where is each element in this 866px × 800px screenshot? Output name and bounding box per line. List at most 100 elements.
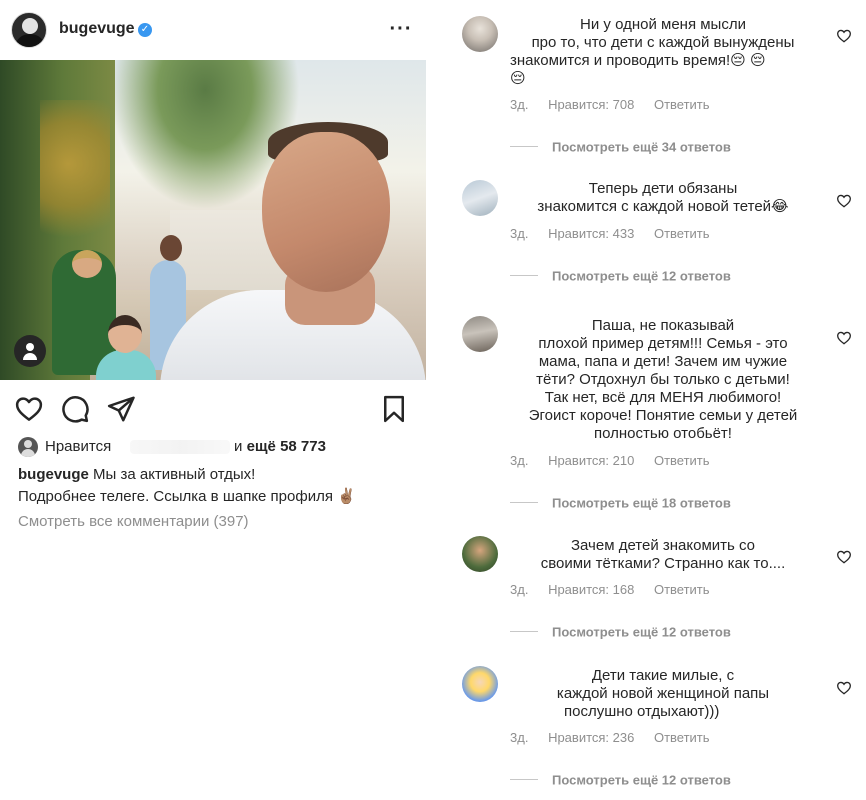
comment-line: своими тётками? Странно как то.... bbox=[540, 555, 786, 572]
comment-line: Дети такие милые, с bbox=[591, 667, 735, 684]
commenter-avatar[interactable] bbox=[462, 316, 498, 352]
comment-meta: 3д. Нравится: 168 Ответить bbox=[510, 582, 726, 597]
comment-line: плохой пример детям!!! Семья - это bbox=[538, 335, 788, 352]
likes-and-word: и bbox=[234, 438, 243, 455]
heart-icon bbox=[836, 681, 852, 695]
likes-row: Нравится и ещё 58 773 bbox=[0, 434, 426, 458]
like-button[interactable] bbox=[14, 394, 44, 424]
comment-likes[interactable]: Нравится: 708 bbox=[548, 97, 634, 112]
replies-divider bbox=[510, 146, 538, 148]
post-header: bugevuge ✓ ··· bbox=[0, 0, 440, 60]
comment-line: Эгоист короче! Понятие семьи у детей bbox=[528, 407, 798, 424]
heart-icon bbox=[836, 194, 852, 208]
view-more-replies-label: Посмотреть ещё 12 ответов bbox=[552, 624, 731, 640]
view-more-replies-label: Посмотреть ещё 12 ответов bbox=[552, 772, 731, 788]
comment-bubble-icon bbox=[62, 396, 89, 423]
liker-avatar[interactable] bbox=[18, 437, 38, 457]
paper-plane-icon bbox=[107, 396, 135, 422]
comment-text: Ни у одной меня мысли про то, что дети с… bbox=[508, 16, 818, 88]
likes-others[interactable]: и ещё 58 773 bbox=[234, 438, 326, 455]
comment-like-button[interactable] bbox=[836, 193, 852, 209]
comments-panel: Ни у одной меня мысли про то, что дети с… bbox=[452, 0, 866, 800]
tagged-people-icon[interactable] bbox=[14, 335, 46, 367]
reply-button[interactable]: Ответить bbox=[654, 582, 710, 597]
comment-time: 3д. bbox=[510, 453, 529, 468]
heart-icon bbox=[836, 331, 852, 345]
comment-time: 3д. bbox=[510, 226, 529, 241]
comment-text: Зачем детей знакомить со своими тётками?… bbox=[508, 537, 818, 573]
post-caption: bugevuge Мы за активный отдых! Подробнее… bbox=[18, 464, 418, 508]
more-options-button[interactable]: ··· bbox=[388, 14, 414, 44]
comment-like-button[interactable] bbox=[836, 680, 852, 696]
reply-button[interactable]: Ответить bbox=[654, 730, 710, 745]
photo-boy-head bbox=[72, 250, 102, 278]
heart-icon bbox=[836, 29, 852, 43]
author-avatar[interactable] bbox=[11, 12, 47, 48]
comment-line: послушно отдыхают))) bbox=[564, 703, 720, 720]
heart-icon bbox=[836, 550, 852, 564]
save-button[interactable] bbox=[379, 394, 409, 424]
comment-meta: 3д. Нравится: 210 Ответить bbox=[510, 453, 726, 468]
comment-like-button[interactable] bbox=[836, 28, 852, 44]
view-all-comments-link[interactable]: Смотреть все комментарии (397) bbox=[18, 513, 249, 530]
post-photo[interactable] bbox=[0, 60, 426, 380]
comment-line: 😔 bbox=[510, 70, 526, 87]
comment-text: Паша, не показывай плохой пример детям!!… bbox=[508, 317, 818, 443]
replies-divider bbox=[510, 779, 538, 781]
photo-girl-head bbox=[108, 315, 142, 353]
comment-line: тёти? Отдохнул бы только с детьми! bbox=[536, 371, 790, 388]
bookmark-icon bbox=[384, 395, 404, 423]
comment-line: мама, папа и дети! Зачем им чужие bbox=[538, 353, 788, 370]
replies-divider bbox=[510, 631, 538, 633]
post-actions bbox=[0, 390, 426, 426]
caption-line-1: bugevuge Мы за активный отдых! bbox=[18, 464, 418, 486]
author-username[interactable]: bugevuge bbox=[59, 20, 135, 38]
liker-name-blurred bbox=[130, 440, 230, 454]
comment-time: 3д. bbox=[510, 97, 529, 112]
comment-line: Паша, не показывай bbox=[591, 317, 735, 334]
comment-line: про то, что дети с каждой вынуждены bbox=[531, 34, 795, 51]
commenter-avatar[interactable] bbox=[462, 666, 498, 702]
instagram-post: bugevuge ✓ ··· Нравится и ещё 58 773 bug… bbox=[0, 0, 440, 800]
comment-meta: 3д. Нравится: 708 Ответить bbox=[510, 97, 726, 112]
reply-button[interactable]: Ответить bbox=[654, 453, 710, 468]
comment-text: Теперь дети обязаны знакомится с каждой … bbox=[508, 180, 818, 216]
reply-button[interactable]: Ответить bbox=[654, 97, 710, 112]
view-more-replies[interactable]: Посмотреть ещё 12 ответов bbox=[510, 771, 731, 787]
comment-line: полностью отобьёт! bbox=[594, 425, 732, 442]
view-more-replies[interactable]: Посмотреть ещё 34 ответов bbox=[510, 138, 731, 154]
caption-username[interactable]: bugevuge bbox=[18, 466, 89, 483]
photo-woman-head bbox=[160, 235, 182, 261]
reply-button[interactable]: Ответить bbox=[654, 226, 710, 241]
commenter-avatar[interactable] bbox=[462, 180, 498, 216]
comment-line: Так нет, всё для МЕНЯ любимого! bbox=[544, 389, 782, 406]
avatar-body bbox=[16, 34, 44, 47]
comment-likes[interactable]: Нравится: 168 bbox=[548, 582, 634, 597]
comment-line: Зачем детей знакомить со bbox=[570, 537, 756, 554]
view-more-replies[interactable]: Посмотреть ещё 18 ответов bbox=[510, 494, 731, 510]
comment-meta: 3д. Нравится: 236 Ответить bbox=[510, 730, 726, 745]
comment-like-button[interactable] bbox=[836, 549, 852, 565]
comment-likes[interactable]: Нравится: 210 bbox=[548, 453, 634, 468]
view-more-replies[interactable]: Посмотреть ещё 12 ответов bbox=[510, 267, 731, 283]
replies-divider bbox=[510, 275, 538, 277]
share-button[interactable] bbox=[106, 394, 136, 424]
comment-likes[interactable]: Нравится: 236 bbox=[548, 730, 634, 745]
view-more-replies-label: Посмотреть ещё 34 ответов bbox=[552, 139, 731, 155]
comment-line: знакомится с каждой новой тетей😂 bbox=[537, 198, 789, 215]
comment-time: 3д. bbox=[510, 730, 529, 745]
photo-flowers bbox=[40, 100, 110, 260]
comment-text: Дети такие милые, с каждой новой женщино… bbox=[508, 667, 818, 721]
view-more-replies[interactable]: Посмотреть ещё 12 ответов bbox=[510, 623, 731, 639]
view-more-replies-label: Посмотреть ещё 18 ответов bbox=[552, 495, 731, 511]
commenter-avatar[interactable] bbox=[462, 536, 498, 572]
caption-text-2: Подробнее телеге. Ссылка в шапке профиля… bbox=[18, 488, 356, 505]
comment-time: 3д. bbox=[510, 582, 529, 597]
caption-text-1: Мы за активный отдых! bbox=[93, 466, 256, 483]
photo-man-face bbox=[262, 132, 390, 292]
comment-likes[interactable]: Нравится: 433 bbox=[548, 226, 634, 241]
comment-like-button[interactable] bbox=[836, 330, 852, 346]
comment-meta: 3д. Нравится: 433 Ответить bbox=[510, 226, 726, 241]
comment-line: Теперь дети обязаны bbox=[588, 180, 738, 197]
commenter-avatar[interactable] bbox=[462, 16, 498, 52]
